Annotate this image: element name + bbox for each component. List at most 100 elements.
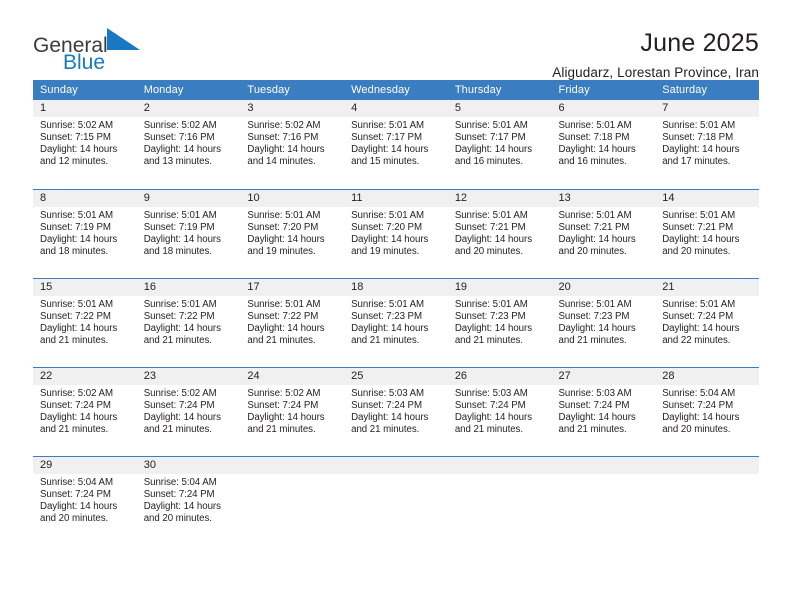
calendar-day-cell[interactable]: 25 Sunrise: 5:03 AM Sunset: 7:24 PM Dayligh… xyxy=(344,367,448,456)
day-details xyxy=(344,474,448,477)
day-details: Sunrise: 5:01 AM Sunset: 7:24 PM Daylight:… xyxy=(655,296,759,347)
daylight-text-line1: Daylight: 14 hours xyxy=(143,411,221,423)
calendar-day-cell[interactable]: 30 Sunrise: 5:04 AM Sunset: 7:24 PM Dayligh… xyxy=(136,456,241,545)
daylight-text-line2: and 21 minutes. xyxy=(558,334,627,346)
sunset-text: Sunset: 7:23 PM xyxy=(454,310,526,322)
calendar-day-cell[interactable]: 24 Sunrise: 5:02 AM Sunset: 7:24 PM Dayligh… xyxy=(240,367,345,456)
calendar-day-cell[interactable]: 12 Sunrise: 5:01 AM Sunset: 7:21 PM Dayligh… xyxy=(447,189,552,278)
calendar-day-cell[interactable]: 7 Sunrise: 5:01 AM Sunset: 7:18 PM Daylight… xyxy=(655,100,759,189)
sunrise-text: Sunrise: 5:02 AM xyxy=(40,120,113,131)
calendar-day-cell[interactable]: 10 Sunrise: 5:01 AM Sunset: 7:20 PM Dayligh… xyxy=(240,189,345,278)
daylight-text-line1: Daylight: 14 hours xyxy=(40,144,118,156)
sunset-text: Sunset: 7:17 PM xyxy=(351,132,422,144)
sunset-text: Sunset: 7:16 PM xyxy=(143,132,215,144)
day-details: Sunrise: 5:01 AM Sunset: 7:19 PM Daylight:… xyxy=(33,207,137,258)
day-details: Sunrise: 5:04 AM Sunset: 7:24 PM Daylight:… xyxy=(33,474,137,525)
sunrise-text: Sunrise: 5:01 AM xyxy=(454,298,528,310)
calendar-day-cell-empty xyxy=(447,456,552,545)
calendar-body: 1 Sunrise: 5:02 AM Sunset: 7:15 PM Daylight… xyxy=(33,100,759,545)
daylight-text-line2: and 21 minutes. xyxy=(40,334,109,346)
day-details: Sunrise: 5:01 AM Sunset: 7:20 PM Daylight:… xyxy=(240,207,344,258)
calendar-day-cell-empty xyxy=(551,456,656,545)
daylight-text-line2: and 21 minutes. xyxy=(558,423,627,435)
sunrise-text: Sunrise: 5:01 AM xyxy=(558,298,632,310)
day-number: 18 xyxy=(344,278,448,296)
daylight-text-line1: Daylight: 14 hours xyxy=(351,411,429,423)
daylight-text-line1: Daylight: 14 hours xyxy=(247,322,325,334)
sunset-text: Sunset: 7:21 PM xyxy=(454,221,526,233)
calendar-day-cell[interactable]: 26 Sunrise: 5:03 AM Sunset: 7:24 PM Dayligh… xyxy=(447,367,552,456)
calendar-day-cell[interactable]: 16 Sunrise: 5:01 AM Sunset: 7:22 PM Dayligh… xyxy=(136,278,241,367)
calendar-day-cell[interactable]: 13 Sunrise: 5:01 AM Sunset: 7:21 PM Dayligh… xyxy=(551,189,656,278)
calendar-day-cell-empty xyxy=(240,456,345,545)
daylight-text-line1: Daylight: 14 hours xyxy=(662,411,740,423)
sunset-text: Sunset: 7:21 PM xyxy=(662,221,734,233)
calendar-day-cell[interactable]: 28 Sunrise: 5:04 AM Sunset: 7:24 PM Dayligh… xyxy=(655,367,759,456)
day-number: 27 xyxy=(551,367,656,385)
calendar-day-cell[interactable]: 3 Sunrise: 5:02 AM Sunset: 7:16 PM Daylight… xyxy=(240,100,345,189)
calendar-day-cell[interactable]: 22 Sunrise: 5:02 AM Sunset: 7:24 PM Dayligh… xyxy=(33,367,137,456)
calendar-header-row: Sunday Monday Tuesday Wednesday Thursday Frid… xyxy=(33,80,759,100)
calendar-day-cell[interactable]: 14 Sunrise: 5:01 AM Sunset: 7:21 PM Dayligh… xyxy=(655,189,759,278)
day-details: Sunrise: 5:02 AM Sunset: 7:15 PM Daylight:… xyxy=(33,117,137,168)
daylight-text-line1: Daylight: 14 hours xyxy=(662,144,740,156)
daylight-text-line2: and 19 minutes. xyxy=(247,245,316,257)
day-details: Sunrise: 5:03 AM Sunset: 7:24 PM Daylight:… xyxy=(552,385,656,436)
calendar-day-cell[interactable]: 8 Sunrise: 5:01 AM Sunset: 7:19 PM Daylight… xyxy=(33,189,137,278)
calendar-day-cell[interactable]: 4 Sunrise: 5:01 AM Sunset: 7:17 PM Daylight… xyxy=(344,100,448,189)
day-number: 5 xyxy=(447,100,552,117)
day-number xyxy=(655,456,759,474)
calendar-day-cell[interactable]: 29 Sunrise: 5:04 AM Sunset: 7:24 PM Dayligh… xyxy=(33,456,137,545)
calendar-day-cell[interactable]: 19 Sunrise: 5:01 AM Sunset: 7:23 PM Dayligh… xyxy=(447,278,552,367)
calendar-page: General Blue June 2025 Aligudarz, Lorest… xyxy=(0,0,792,612)
day-number: 20 xyxy=(551,278,656,296)
daylight-text-line2: and 21 minutes. xyxy=(143,423,212,435)
calendar-day-cell[interactable]: 27 Sunrise: 5:03 AM Sunset: 7:24 PM Dayligh… xyxy=(551,367,656,456)
sunset-text: Sunset: 7:18 PM xyxy=(662,132,734,144)
day-details: Sunrise: 5:01 AM Sunset: 7:17 PM Daylight:… xyxy=(344,117,448,168)
daylight-text-line1: Daylight: 14 hours xyxy=(558,233,636,245)
calendar-day-cell[interactable]: 6 Sunrise: 5:01 AM Sunset: 7:18 PM Daylight… xyxy=(551,100,656,189)
sunrise-text: Sunrise: 5:01 AM xyxy=(662,120,736,131)
day-details xyxy=(655,474,759,477)
sunset-text: Sunset: 7:24 PM xyxy=(454,399,526,411)
calendar-day-cell[interactable]: 15 Sunrise: 5:01 AM Sunset: 7:22 PM Dayligh… xyxy=(33,278,137,367)
sunset-text: Sunset: 7:23 PM xyxy=(558,310,630,322)
day-details: Sunrise: 5:03 AM Sunset: 7:24 PM Daylight:… xyxy=(448,385,552,436)
day-details: Sunrise: 5:02 AM Sunset: 7:16 PM Daylight:… xyxy=(240,117,344,168)
calendar-day-cell[interactable]: 9 Sunrise: 5:01 AM Sunset: 7:19 PM Daylight… xyxy=(136,189,241,278)
calendar-week-row: 8 Sunrise: 5:01 AM Sunset: 7:19 PM Daylight… xyxy=(33,189,759,278)
day-details: Sunrise: 5:01 AM Sunset: 7:23 PM Daylight:… xyxy=(552,296,656,347)
calendar-day-cell[interactable]: 23 Sunrise: 5:02 AM Sunset: 7:24 PM Dayligh… xyxy=(136,367,241,456)
sunset-text: Sunset: 7:17 PM xyxy=(454,132,526,144)
day-number: 25 xyxy=(344,367,448,385)
daylight-text-line1: Daylight: 14 hours xyxy=(40,411,118,423)
calendar-day-cell[interactable]: 5 Sunrise: 5:01 AM Sunset: 7:17 PM Daylight… xyxy=(447,100,552,189)
sunrise-text: Sunrise: 5:01 AM xyxy=(351,298,425,310)
sunset-text: Sunset: 7:24 PM xyxy=(662,399,734,411)
day-details xyxy=(552,474,656,477)
calendar-day-cell[interactable]: 17 Sunrise: 5:01 AM Sunset: 7:22 PM Dayligh… xyxy=(240,278,345,367)
sunrise-text: Sunrise: 5:02 AM xyxy=(247,120,321,131)
calendar-day-cell[interactable]: 1 Sunrise: 5:02 AM Sunset: 7:15 PM Daylight… xyxy=(33,100,137,189)
calendar-day-cell[interactable]: 11 Sunrise: 5:01 AM Sunset: 7:20 PM Dayligh… xyxy=(344,189,448,278)
sunset-text: Sunset: 7:19 PM xyxy=(40,221,111,233)
day-details: Sunrise: 5:02 AM Sunset: 7:24 PM Daylight:… xyxy=(240,385,344,436)
sunrise-text: Sunrise: 5:02 AM xyxy=(143,387,217,399)
calendar-day-cell[interactable]: 18 Sunrise: 5:01 AM Sunset: 7:23 PM Dayligh… xyxy=(344,278,448,367)
daylight-text-line1: Daylight: 14 hours xyxy=(662,322,740,334)
sunset-text: Sunset: 7:24 PM xyxy=(143,488,215,500)
calendar-day-cell[interactable]: 20 Sunrise: 5:01 AM Sunset: 7:23 PM Dayligh… xyxy=(551,278,656,367)
day-number: 22 xyxy=(33,367,137,385)
logo-general-text: General xyxy=(33,34,108,57)
day-number xyxy=(344,456,448,474)
weekday-header-thursday: Thursday xyxy=(447,80,552,100)
daylight-text-line2: and 20 minutes. xyxy=(662,423,731,435)
sunrise-text: Sunrise: 5:03 AM xyxy=(558,387,632,399)
day-number: 12 xyxy=(447,189,552,207)
day-number xyxy=(240,456,345,474)
calendar-day-cell-empty xyxy=(344,456,448,545)
sunrise-text: Sunrise: 5:01 AM xyxy=(351,120,425,131)
calendar-day-cell[interactable]: 2 Sunrise: 5:02 AM Sunset: 7:16 PM Daylight… xyxy=(136,100,241,189)
calendar-day-cell[interactable]: 21 Sunrise: 5:01 AM Sunset: 7:24 PM Dayligh… xyxy=(655,278,759,367)
